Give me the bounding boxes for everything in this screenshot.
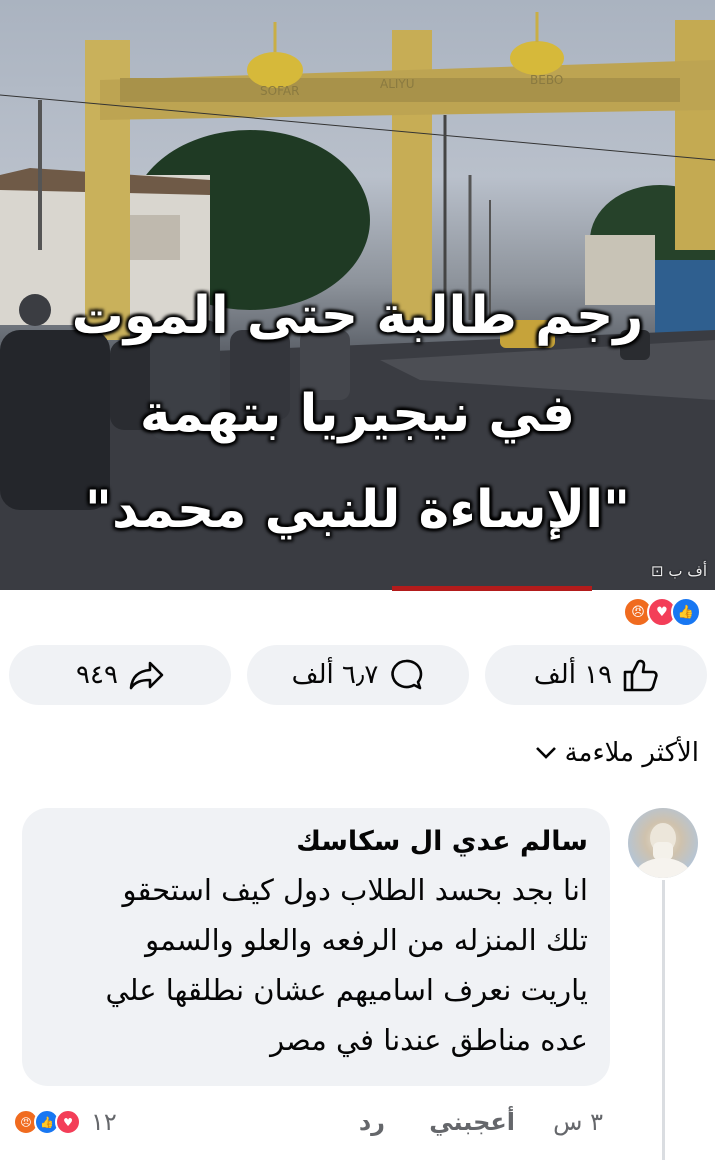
comment-text: انا بجد بحسد الطلاب دول كيف استحقو تلك ا… (40, 865, 588, 1065)
comment-like-button[interactable]: أعجبني (429, 1108, 515, 1136)
like-button[interactable]: ١٩ ألف (485, 645, 707, 705)
comment-reaction-count: ١٢ (91, 1108, 117, 1136)
comment-count: ٦٫٧ ألف (291, 660, 379, 690)
headline-line-2: في نيجيريا بتهمة (139, 384, 576, 444)
love-reaction-icon: ♥ (55, 1109, 81, 1135)
comment-timestamp[interactable]: ٣ س (553, 1108, 603, 1136)
chevron-down-icon (535, 747, 556, 759)
comment-reactions[interactable]: 😠 👍 ♥ ١٢ (13, 1108, 117, 1136)
commenter-avatar[interactable] (628, 808, 698, 878)
comment-bubble-icon (391, 659, 423, 690)
headline-line-3: "الإساءة للنبي محمد" (84, 480, 631, 540)
camera-icon: ⊡ (651, 562, 664, 580)
like-reaction-icon: 👍 (671, 597, 701, 627)
comment-line: عده مناطق عندنا في مصر (270, 1023, 588, 1057)
svg-text:ALIYU: ALIYU (380, 77, 415, 91)
post-image[interactable]: SOFAR ALIYU BEBO رجم طالبة حتى الموت في … (0, 0, 715, 590)
comment-line: ياريت نعرف اساميهم عشان نطلقها علي (105, 973, 588, 1007)
post-reactions-summary[interactable]: 👍 ♥ 😠 (623, 597, 701, 627)
svg-text:BEBO: BEBO (530, 73, 563, 87)
comment-line: تلك المنزله من الرفعه والعلو والسمو (145, 923, 588, 957)
sort-label: الأكثر ملاءمة (564, 738, 699, 768)
share-count: ٩٤٩ (76, 660, 118, 690)
share-arrow-icon (129, 661, 164, 690)
headline-line-1: رجم طالبة حتى الموت (71, 286, 644, 346)
comment-sort-selector[interactable]: الأكثر ملاءمة (535, 738, 699, 768)
comment-line: انا بجد بحسد الطلاب دول كيف استحقو (122, 873, 588, 907)
comment-reply-button[interactable]: رد (359, 1108, 385, 1136)
svg-text:SOFAR: SOFAR (260, 84, 299, 98)
share-button[interactable]: ٩٤٩ (9, 645, 231, 705)
thumbs-up-icon (623, 659, 658, 692)
agency-watermark: أف ب ⊡ (651, 562, 707, 580)
comment-button[interactable]: ٦٫٧ ألف (247, 645, 469, 705)
comment-bubble[interactable]: سالم عدي ال سكاسك انا بجد بحسد الطلاب دو… (22, 808, 610, 1086)
like-count: ١٩ ألف (533, 660, 613, 690)
image-accent-bar (392, 586, 592, 591)
thread-connector (662, 880, 665, 1160)
comment-author[interactable]: سالم عدي ال سكاسك (40, 826, 588, 857)
